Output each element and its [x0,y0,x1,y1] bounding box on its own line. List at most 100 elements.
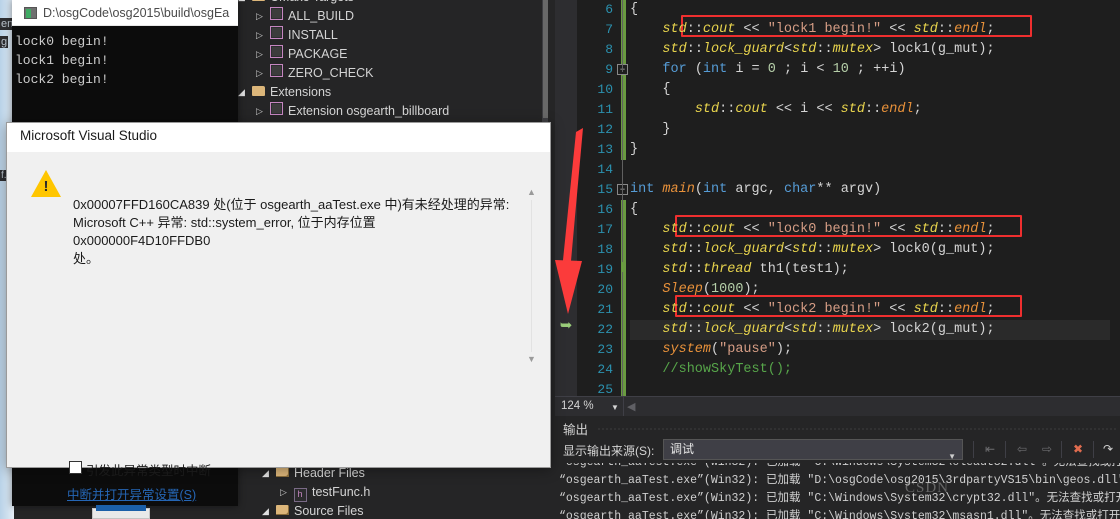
output-line: “osgearth_aaTest.exe”(Win32): 已加载 "D:\os… [559,474,1120,487]
line-number: 21 [597,302,613,317]
editor-zoom-bar[interactable]: 124 % ▼ ◀ [555,396,1120,417]
tree-item-zero-check[interactable]: ZERO_CHECK [236,64,555,83]
tree-item-cmake-targets[interactable]: CMake Targets [236,0,555,7]
project-icon [268,26,284,45]
dialog-title-text: Microsoft Visual Studio [20,128,158,143]
tree-item-testfunc-h[interactable]: testFunc.h [236,483,555,502]
line-number: 12 [597,122,613,137]
code-line-15[interactable]: int main(int argc, char** argv) [630,180,881,200]
console-line: lock0 begin! [15,34,109,49]
scroll-down-icon[interactable]: ▼ [525,353,538,366]
code-line-20[interactable]: Sleep(1000); [630,280,759,300]
header-file-icon [292,483,308,502]
folder-icon [250,0,266,7]
zoom-dropdown-caret-icon[interactable]: ▼ [611,403,619,412]
project-icon [268,102,284,121]
folder-icon [250,83,266,102]
output-text-area[interactable]: “osgearth_aaTest.exe”(Win32): 已加载 "C:\Wi… [555,463,1120,519]
project-icon [268,45,284,64]
dialog-message-line-1: 0x00007FFD160CA839 处(位于 osgearth_aaTest.… [73,197,510,212]
line-number: 10 [597,82,613,97]
dialog-message-zone: 0x00007FFD160CA839 处(位于 osgearth_aaTest.… [7,152,550,366]
chevron-right-icon[interactable] [254,64,265,83]
code-line-10[interactable]: { [630,80,670,100]
tree-item-extension-osgearth-billboard[interactable]: Extension osgearth_billboard [236,102,555,121]
editor-code-area[interactable]: − − { std::cout << "lock1 begin!" << std… [617,0,1120,396]
tree-item-label: Extension osgearth_billboard [288,104,450,118]
code-line-13[interactable]: } [630,140,638,160]
zoom-level-value[interactable]: 124 % [557,398,617,415]
tree-item-all-build[interactable]: ALL_BUILD [236,7,555,26]
console-app-icon [24,7,37,19]
navigate-forward-icon[interactable]: ⇨ [1036,440,1058,459]
clear-all-icon[interactable]: ✖ [1067,440,1089,459]
code-line-6[interactable]: { [630,0,638,20]
output-line: “osgearth_aaTest.exe”(Win32): 已加载 "C:\Wi… [559,510,1120,519]
exception-dialog[interactable]: Microsoft Visual Studio 0x00007FFD160CA8… [6,122,551,502]
output-line: “osgearth_aaTest.exe”(Win32): 已加载 "C:\Wi… [559,463,1120,472]
chevron-right-icon[interactable] [254,45,265,64]
dialog-message-scrollbar[interactable]: ▲ ▼ [525,186,538,366]
code-line-18[interactable]: std::lock_guard<std::mutex> lock0(g_mut)… [630,240,994,260]
code-line-12[interactable]: } [630,120,670,140]
scope-guide-line-2 [622,76,623,262]
console-title-text: D:\osgCode\osg2015\build\osgEa [43,6,230,20]
line-number: 22 [597,322,613,337]
chevron-down-icon[interactable] [260,502,271,519]
dialog-message-line-3: 处。 [73,251,100,266]
code-line-11[interactable]: std::cout << i << std::endl; [630,100,922,120]
code-line-24[interactable]: //showSkyTest(); [630,360,792,380]
output-source-select[interactable]: 调试 ▼ [663,439,963,461]
csdn-watermark: CSDN [905,480,950,496]
chevron-right-icon[interactable] [254,102,265,121]
tree-item-package[interactable]: PACKAGE [236,45,555,64]
output-line: “osgearth_aaTest.exe”(Win32): 已加载 "C:\Wi… [559,492,1120,505]
toggle-word-wrap-icon[interactable]: ↷ [1097,440,1119,459]
tree-item-extensions[interactable]: Extensions [236,83,555,102]
dialog-message-line-2: Microsoft C++ 异常: std::system_error, 位于内… [73,215,376,248]
red-pointer-arrow [555,128,583,314]
console-horizontal-scroll-thumb[interactable] [96,505,146,511]
line-number: 9 [605,62,613,77]
find-message-icon[interactable]: ⇤ [979,440,1001,459]
scroll-up-icon[interactable]: ▲ [525,186,538,199]
line-number: 19 [597,262,613,277]
filter-folder-icon [274,502,290,519]
output-toolbar[interactable]: 显示输出来源(S): 调试 ▼ ⇤ ⇦ ⇨ ✖ ↷ [555,438,1120,463]
code-line-17[interactable]: std::cout << "lock0 begin!" << std::endl… [630,220,994,240]
code-line-7[interactable]: std::cout << "lock1 begin!" << std::endl… [630,20,994,40]
chevron-right-icon[interactable] [254,7,265,26]
break-on-exception-checkbox[interactable] [69,461,82,474]
code-line-9[interactable]: for (int i = 0 ; i < 10 ; ++i) [630,60,905,80]
line-number: 16 [597,202,613,217]
tree-item-source-files[interactable]: Source Files [236,502,555,519]
output-window[interactable]: 输出 显示输出来源(S): 调试 ▼ ⇤ ⇦ ⇨ ✖ ↷ “osgearth_a… [555,416,1120,519]
line-number: 15 [597,182,613,197]
code-editor[interactable]: ➥ 678910111213141516171819202122232425 −… [555,0,1120,400]
code-line-8[interactable]: std::lock_guard<std::mutex> lock1(g_mut)… [630,40,994,60]
tree-item-label: Extensions [270,85,332,99]
dialog-scroll-track[interactable] [531,200,532,352]
tree-item-install[interactable]: INSTALL [236,26,555,45]
code-line-16[interactable]: { [630,200,638,220]
code-line-22[interactable]: std::lock_guard<std::mutex> lock2(g_mut)… [630,320,1110,340]
tree-item-label: PACKAGE [288,47,348,61]
output-source-value: 调试 [670,442,695,456]
dialog-title-bar: Microsoft Visual Studio [7,123,550,152]
toolbar-separator-1 [973,441,974,458]
dialog-message: 0x00007FFD160CA839 处(位于 osgearth_aaTest.… [73,196,513,268]
console-title-bar[interactable]: D:\osgCode\osg2015\build\osgEa [12,0,238,26]
toolbar-separator-4 [1093,441,1094,458]
horizontal-scroll-left-icon[interactable]: ◀ [627,400,635,413]
chevron-right-icon[interactable] [278,483,289,502]
code-line-21[interactable]: std::cout << "lock2 begin!" << std::endl… [630,300,994,320]
open-exception-settings-link[interactable]: 中断并打开异常设置(S) [67,484,196,503]
project-icon [268,7,284,26]
line-number: 6 [605,2,613,17]
output-source-label: 显示输出来源(S): [563,444,655,458]
code-line-19[interactable]: std::thread th1(test1); [630,260,848,280]
chevron-right-icon[interactable] [254,26,265,45]
warning-icon [31,170,61,197]
navigate-back-icon[interactable]: ⇦ [1011,440,1033,459]
code-line-23[interactable]: system("pause"); [630,340,792,360]
